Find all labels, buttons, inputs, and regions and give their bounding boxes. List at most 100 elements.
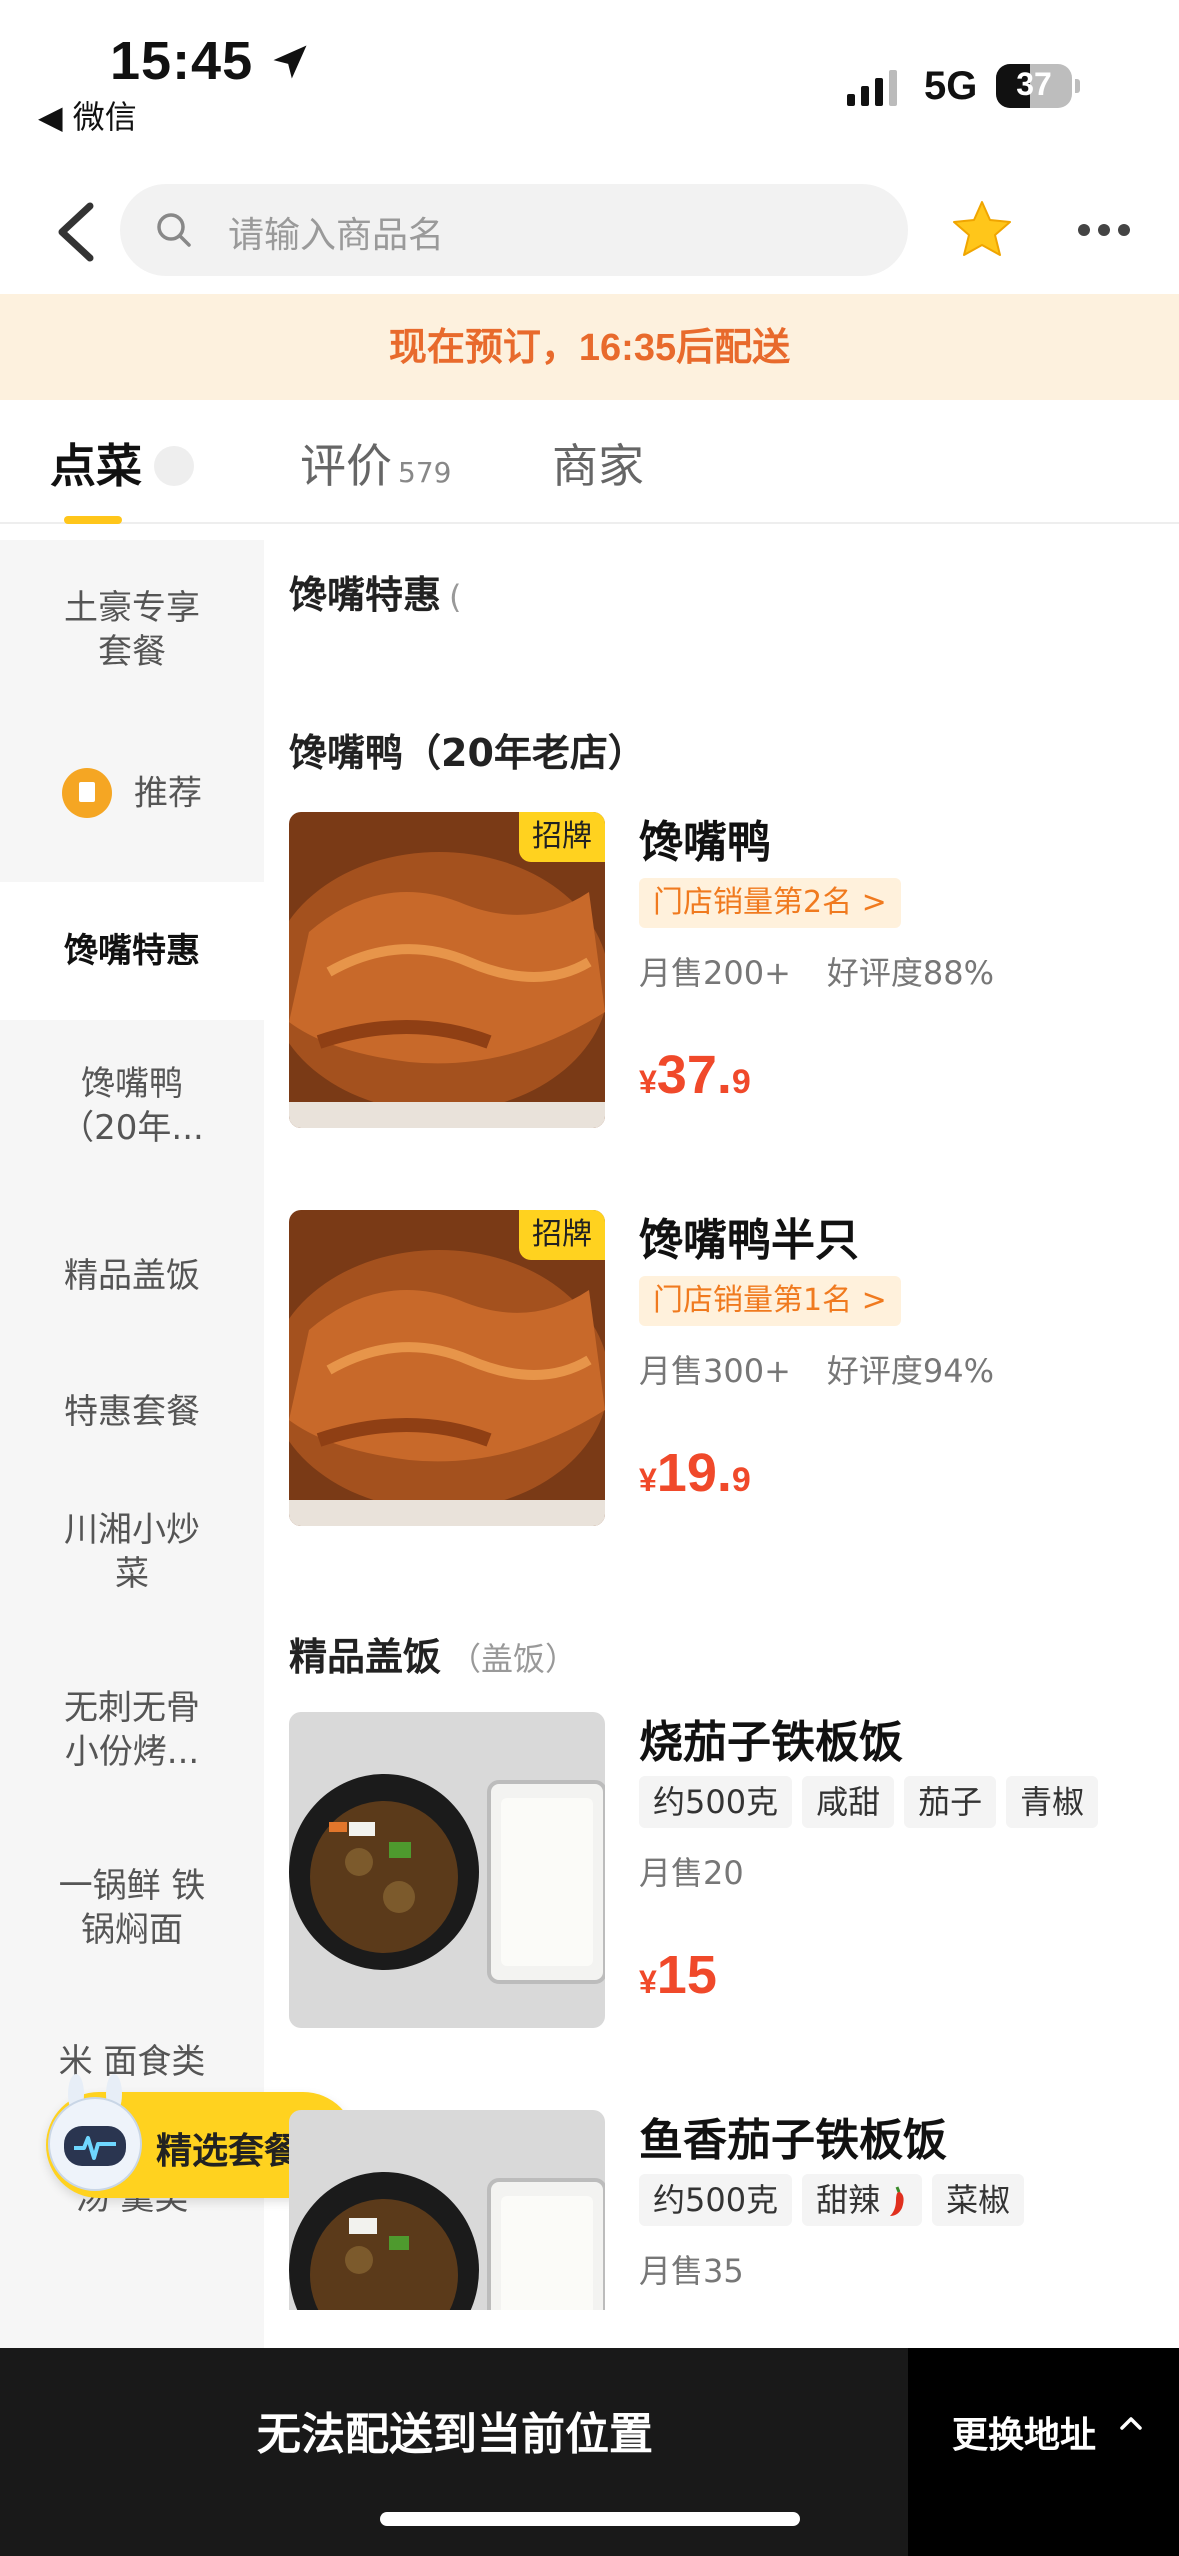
section-title-text: 馋嘴鸭（20年老店） <box>289 731 646 775</box>
item-name[interactable]: 烧茄子铁板饭 <box>639 1706 903 1770</box>
tab-reviews[interactable]: 评价 579 <box>300 430 451 496</box>
section-title: 馋嘴鸭（20年老店） <box>289 722 646 777</box>
chevron-up-icon <box>1120 2417 1142 2430</box>
item-stats: 月售200+ 好评度88% <box>639 948 994 994</box>
item-price: ¥15 <box>639 1944 717 2006</box>
item-stats: 月售20 <box>639 1848 744 1894</box>
active-tab-indicator <box>64 516 122 524</box>
rating: 好评度88% <box>826 954 995 992</box>
signature-badge: 招牌 <box>519 812 605 862</box>
section-subtitle: （盖饭） <box>449 1640 578 1678</box>
section-subtitle: ( <box>449 578 462 616</box>
sidebar-item-chanzui-duck[interactable]: 馋嘴鸭（20年... <box>0 1062 264 1150</box>
battery-icon: 37 <box>996 64 1080 108</box>
sidebar-item-stir-fry[interactable]: 川湘小炒菜 <box>0 1508 264 1596</box>
change-address-button[interactable]: 更换地址 <box>908 2348 1179 2556</box>
item-tag: 茄子 <box>904 1776 997 1828</box>
item-tag: 青椒 <box>1006 1776 1099 1828</box>
sales-rank-badge[interactable]: 门店销量第2名 > <box>639 878 901 928</box>
sidebar-item-iron-pot-noodles[interactable]: 一锅鲜 铁锅焖面 <box>0 1864 264 1952</box>
favorite-star-icon[interactable] <box>950 198 1014 260</box>
item-tag: 约500克 <box>639 1776 793 1828</box>
signal-icon <box>847 70 897 106</box>
sidebar-item-boneless-grill[interactable]: 无刺无骨小份烤... <box>0 1686 264 1774</box>
item-tag: 甜辣 <box>802 2174 923 2226</box>
monthly-sales: 月售300+ <box>639 1352 791 1390</box>
sidebar-item-rice-bowls[interactable]: 精品盖饭 <box>0 1254 264 1298</box>
recommend-icon <box>62 768 112 818</box>
sales-rank-badge[interactable]: 门店销量第1名 > <box>639 1276 901 1326</box>
home-indicator[interactable] <box>380 2512 800 2526</box>
banner-prefix: 现在预订， <box>388 325 579 369</box>
section-title: 精品盖饭 （盖饭） <box>289 1626 577 1681</box>
tab-merchant[interactable]: 商家 <box>552 430 644 496</box>
chili-pepper-icon <box>890 2186 904 2216</box>
tab-bar: 点菜 评价 579 商家 <box>0 400 1179 524</box>
eggplant-rice-photo <box>289 1712 605 2028</box>
menu-item[interactable]: 招牌 馋嘴鸭半只 门店销量第1名 > 月售300+ 好评度94% ¥19.9 <box>289 1210 1159 1530</box>
item-stats: 月售300+ 好评度94% <box>639 1346 994 1392</box>
monthly-sales: 月售35 <box>639 2252 744 2290</box>
price-integer: 37. <box>656 1045 732 1105</box>
item-price: ¥37.9 <box>639 1044 751 1106</box>
menu-list: 馋嘴特惠( 馋嘴鸭（20年老店） 招牌 馋嘴鸭 门店销量第2名 > 月售200+… <box>264 540 1179 2310</box>
section-title-text: 精品盖饭 <box>289 1635 442 1679</box>
banner-suffix: 后配送 <box>676 325 791 369</box>
price-currency: ¥ <box>639 1964 657 2000</box>
more-options-icon[interactable] <box>1076 220 1132 240</box>
price-currency: ¥ <box>639 1462 657 1498</box>
item-tag: 菜椒 <box>932 2174 1025 2226</box>
yuxiang-eggplant-rice-photo <box>289 2110 605 2310</box>
sidebar-item-label: 推荐 <box>134 773 202 814</box>
sidebar-item-recommended[interactable]: 推荐 <box>0 768 264 818</box>
section-title-text: 馋嘴特惠 <box>289 573 442 617</box>
item-price: ¥19.9 <box>639 1442 751 1504</box>
item-tags: 约500克 甜辣 菜椒 <box>639 2174 1034 2226</box>
search-input[interactable]: 请输入商品名 <box>120 184 908 276</box>
battery-level: 37 <box>1016 66 1052 102</box>
menu-item[interactable]: 烧茄子铁板饭 约500克 咸甜 茄子 青椒 月售20 ¥15 <box>289 1712 1159 2032</box>
menu-item[interactable]: 鱼香茄子铁板饭 约500克 甜辣 菜椒 月售35 <box>289 2110 1159 2310</box>
back-arrow-icon[interactable] <box>50 200 102 264</box>
preorder-banner: 现在预订，16:35后配送 <box>0 294 1179 400</box>
tab-order[interactable]: 点菜 <box>50 430 194 496</box>
item-name[interactable]: 馋嘴鸭半只 <box>639 1204 859 1268</box>
item-tags: 约500克 咸甜 茄子 青椒 <box>639 1776 1108 1828</box>
search-icon <box>157 213 191 247</box>
monthly-sales: 月售20 <box>639 1854 744 1892</box>
pin-top-icon[interactable] <box>154 445 194 486</box>
item-tag: 约500克 <box>639 2174 793 2226</box>
tab-reviews-label: 评价 <box>300 439 392 493</box>
item-name[interactable]: 馋嘴鸭 <box>639 806 771 870</box>
sidebar-item-special-sets[interactable]: 特惠套餐 <box>0 1390 264 1434</box>
item-name[interactable]: 鱼香茄子铁板饭 <box>639 2104 947 2168</box>
menu-item[interactable]: 招牌 馋嘴鸭 门店销量第2名 > 月售200+ 好评度88% ¥37.9 <box>289 812 1159 1132</box>
price-decimal: 9 <box>731 1063 751 1101</box>
status-time: 15:45 <box>110 31 254 91</box>
section-title: 馋嘴特惠( <box>289 564 462 619</box>
search-header: 请输入商品名 <box>0 170 1179 294</box>
price-currency: ¥ <box>639 1064 657 1100</box>
signature-badge: 招牌 <box>519 1210 605 1260</box>
network-type: 5G <box>924 64 978 108</box>
robot-assistant-icon <box>48 2074 142 2191</box>
item-tag: 咸甜 <box>802 1776 895 1828</box>
price-decimal: 9 <box>731 1461 751 1499</box>
sidebar-item-chanzui-special[interactable]: 馋嘴特惠 <box>0 882 264 1020</box>
sidebar-item-luxury-set[interactable]: 土豪专享套餐 <box>0 586 264 674</box>
monthly-sales: 月售200+ <box>639 954 791 992</box>
banner-time: 16:35 <box>578 327 677 369</box>
rating: 好评度94% <box>826 1352 995 1390</box>
status-bar: 15:45 ◀ 微信 5G 37 <box>0 0 1179 170</box>
price-integer: 15 <box>656 1945 717 2005</box>
delivery-unavailable-message: 无法配送到当前位置 <box>257 2409 653 2460</box>
review-count: 579 <box>398 456 452 489</box>
price-integer: 19. <box>656 1443 732 1503</box>
search-placeholder: 请输入商品名 <box>228 215 445 256</box>
item-stats: 月售35 <box>639 2246 744 2292</box>
back-to-app-link[interactable]: ◀ 微信 <box>38 92 137 138</box>
item-tag-text: 甜辣 <box>816 2181 881 2219</box>
tab-merchant-label: 商家 <box>552 439 644 493</box>
tab-order-label: 点菜 <box>50 439 142 493</box>
location-arrow-icon <box>273 45 307 79</box>
